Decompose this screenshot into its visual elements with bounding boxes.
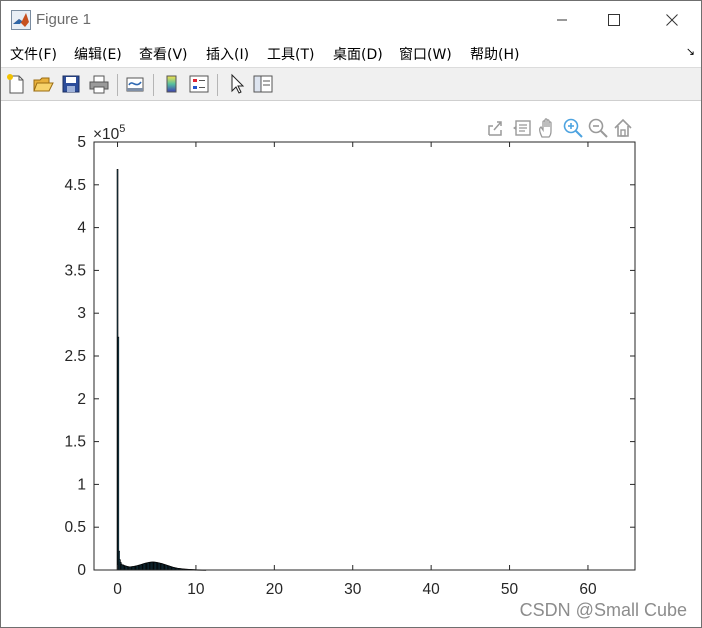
menu-desktop[interactable]: 桌面(D) — [333, 44, 383, 64]
toolbar-separator — [117, 74, 118, 96]
print-icon[interactable] — [88, 73, 110, 95]
menu-insert[interactable]: 插入(I) — [206, 44, 249, 64]
pan-icon[interactable] — [536, 117, 558, 139]
close-button[interactable] — [649, 1, 695, 39]
menu-help[interactable]: 帮助(H) — [470, 44, 519, 64]
histogram-bar — [117, 336, 120, 571]
menu-window[interactable]: 窗口(W) — [399, 44, 452, 64]
menu-tools[interactable]: 工具(T) — [267, 44, 314, 64]
axis-ticks — [94, 141, 635, 571]
y-tick-label: 0 — [77, 562, 86, 579]
menu-bar: 文件(F) 编辑(E) 查看(V) 插入(I) 工具(T) 桌面(D) 窗口(W… — [1, 39, 701, 67]
link-plot-icon[interactable] — [124, 73, 146, 95]
y-exponent-label: ×105 — [93, 123, 125, 143]
new-figure-icon[interactable] — [5, 73, 27, 95]
window-title: Figure 1 — [36, 11, 92, 28]
axis-tick-labels: 0 10 20 30 40 50 60 0 0.5 1 1.5 2 2.5 3 3.5 4 4.5 5 — [64, 134, 597, 598]
x-tick-label: 20 — [266, 581, 284, 598]
y-tick-label: 5 — [77, 134, 86, 151]
open-file-icon[interactable] — [32, 73, 54, 95]
toolbar-separator — [153, 74, 154, 96]
watermark-text: CSDN @Small Cube — [519, 600, 687, 620]
figure-toolbar — [1, 67, 701, 101]
y-tick-label: 4 — [77, 220, 86, 237]
y-tick-label: 1.5 — [64, 434, 86, 451]
axes-box — [93, 141, 636, 571]
dock-arrow-icon[interactable]: ↘ — [686, 45, 695, 58]
figure-canvas: 0 10 20 30 40 50 60 0 0.5 1 1.5 2 2.5 3 3.5 4 4.5 5 ×105 — [1, 101, 701, 627]
x-tick-label: 40 — [423, 581, 441, 598]
legend-icon[interactable] — [188, 73, 210, 95]
close-icon — [666, 14, 678, 26]
x-tick-label: 50 — [501, 581, 519, 598]
toolbar-separator — [217, 74, 218, 96]
menu-view[interactable]: 查看(V) — [139, 44, 188, 64]
minimize-button[interactable] — [539, 1, 585, 39]
zoom-in-icon[interactable] — [562, 117, 584, 139]
y-tick-label: 2.5 — [64, 348, 86, 365]
x-tick-label: 30 — [344, 581, 362, 598]
minimize-icon — [557, 19, 567, 21]
x-tick-label: 60 — [579, 581, 597, 598]
y-tick-label: 1 — [77, 476, 86, 493]
bars — [116, 169, 207, 571]
y-tick-label: 3 — [77, 305, 86, 322]
export-icon[interactable] — [485, 117, 507, 139]
menu-file[interactable]: 文件(F) — [10, 44, 57, 64]
home-icon[interactable] — [612, 117, 634, 139]
figure-window: Figure 1 文件(F) 编辑(E) 查看(V) 插入(I) 工具(T) 桌… — [0, 0, 702, 628]
colorbar-icon[interactable] — [161, 73, 183, 95]
maximize-icon — [608, 14, 620, 26]
y-tick-label: 0.5 — [64, 519, 86, 536]
maximize-button[interactable] — [591, 1, 637, 39]
bar-chart: 0 10 20 30 40 50 60 0 0.5 1 1.5 2 2.5 3 3.5 4 4.5 5 ×105 — [64, 123, 636, 598]
pointer-icon[interactable] — [226, 73, 248, 95]
matlab-logo-icon — [11, 10, 31, 30]
x-tick-label: 10 — [187, 581, 205, 598]
title-bar[interactable]: Figure 1 — [1, 1, 701, 39]
property-inspector-icon[interactable] — [252, 73, 274, 95]
y-tick-label: 2 — [77, 391, 86, 408]
zoom-out-icon[interactable] — [587, 117, 609, 139]
y-tick-label: 4.5 — [64, 177, 86, 194]
save-icon[interactable] — [60, 73, 82, 95]
y-tick-label: 3.5 — [64, 262, 86, 279]
x-tick-label: 0 — [113, 581, 122, 598]
menu-edit[interactable]: 编辑(E) — [74, 44, 122, 64]
data-tips-icon[interactable] — [511, 117, 533, 139]
